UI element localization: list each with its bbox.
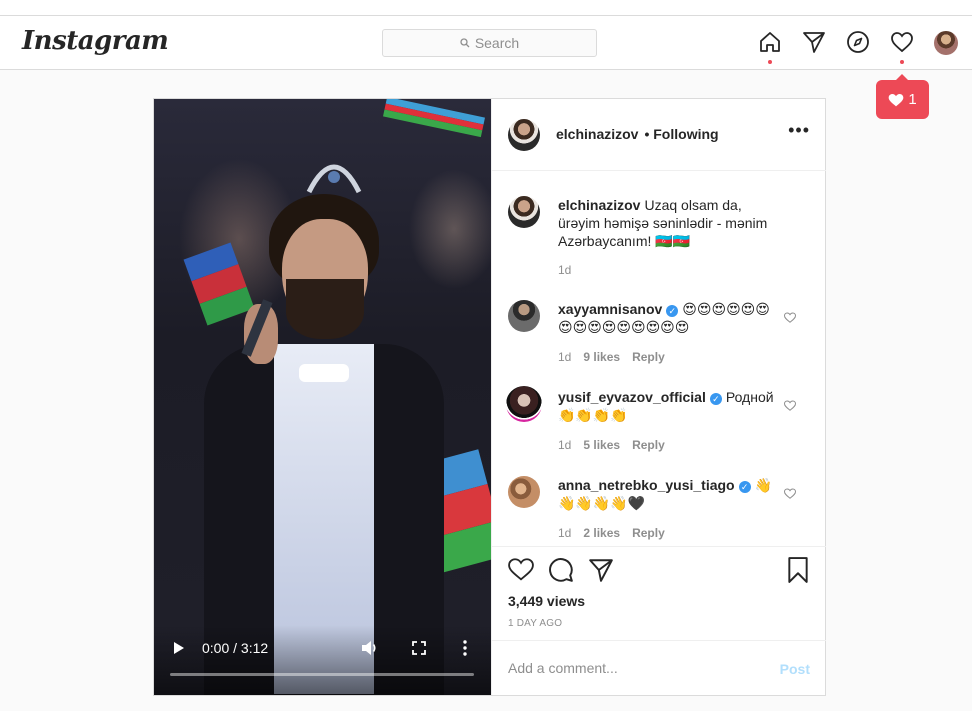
author-username[interactable]: elchinazizov [556,126,638,142]
reply-button[interactable]: Reply [632,438,665,452]
add-comment-bar: Post [492,640,826,695]
comment-meta: 1d 2 likes Reply [558,526,665,540]
comment-text: anna_netrebko_yusi_tiago ✓ 👋 👋👋👋👋🖤 [558,476,778,512]
comment-username[interactable]: yusif_eyvazov_official [558,389,706,405]
verified-badge-icon: ✓ [666,305,679,317]
caption-time[interactable]: 1d [558,263,571,277]
post-video[interactable]: 0:00 / 3:12 [154,99,491,695]
comment-meta: 1d 9 likes Reply [558,350,665,364]
post-timestamp[interactable]: 1 DAY AGO [508,618,562,629]
singer-figure [204,194,444,695]
explore-icon[interactable] [845,29,871,55]
video-more-icon[interactable] [458,639,472,657]
comments-list: elchinazizov Uzaq olsam da, ürəyim həmişə… [492,172,826,546]
reply-button[interactable]: Reply [632,350,665,364]
comment-time[interactable]: 1d [558,350,571,364]
post-sidebar: elchinazizov • Following ••• elchinazizo… [491,99,826,695]
comment-username[interactable]: xayyamnisanov [558,301,662,317]
video-controls: 0:00 / 3:12 [154,625,491,695]
caption-meta: 1d [558,263,571,277]
author-avatar[interactable] [508,119,540,151]
comment-like-icon[interactable] [783,486,798,500]
save-bookmark-icon[interactable] [786,557,812,583]
comment-likes[interactable]: 5 likes [583,438,620,452]
reply-button[interactable]: Reply [632,526,665,540]
home-icon[interactable] [757,29,783,55]
post-header: elchinazizov • Following ••• [492,99,826,171]
activity-heart-icon[interactable] [889,29,915,55]
top-navbar: Instagram Search [0,16,972,70]
comment-likes[interactable]: 2 likes [583,526,620,540]
comment-like-icon[interactable] [783,310,798,324]
post-comment-button[interactable]: Post [780,661,810,677]
following-status[interactable]: • Following [644,126,718,142]
share-icon[interactable] [588,557,614,583]
avatar[interactable] [506,386,542,422]
comment-time[interactable]: 1d [558,438,571,452]
tiara-decoration [304,147,364,197]
comment-icon[interactable] [548,557,574,583]
avatar[interactable] [508,476,540,508]
like-icon[interactable] [508,557,534,583]
avatar[interactable] [508,196,540,228]
comment-time[interactable]: 1d [558,526,571,540]
browser-top-strip [0,0,972,16]
post-actions: 3,449 views 1 DAY AGO [492,546,826,640]
caption-text: elchinazizov Uzaq olsam da, ürəyim həmişə… [558,196,778,250]
direct-icon[interactable] [801,29,827,55]
volume-icon[interactable] [360,639,380,657]
comment-likes[interactable]: 9 likes [583,350,620,364]
play-icon[interactable] [170,639,188,657]
view-count[interactable]: 3,449 views [508,593,585,609]
caption-username[interactable]: elchinazizov [558,197,640,213]
comment-text: xayyamnisanov ✓ 😍😍😍😍😍😍😍😍😍😍😍😍😍😍😍 [558,300,778,336]
comment-like-icon[interactable] [783,398,798,412]
activity-unread-dot [900,60,904,64]
verified-badge-icon: ✓ [738,481,751,493]
flag-decoration [383,99,485,138]
video-progress-bar[interactable] [170,673,474,676]
activity-notification-popup[interactable]: 1 [876,74,929,119]
verified-badge-icon: ✓ [709,393,722,405]
fullscreen-icon[interactable] [410,639,428,657]
profile-avatar[interactable] [934,31,958,55]
comment-text: yusif_eyvazov_official ✓ Родной 👏👏👏👏 [558,388,778,424]
video-timecode: 0:00 / 3:12 [202,640,269,656]
post-card: 0:00 / 3:12 elchinazizov • Following ••• [153,98,826,696]
heart-icon [888,93,904,106]
more-options-icon[interactable]: ••• [788,121,810,139]
comment-meta: 1d 5 likes Reply [558,438,665,452]
home-unread-dot [768,60,772,64]
comment-username[interactable]: anna_netrebko_yusi_tiago [558,477,735,493]
notification-count: 1 [908,91,917,108]
nav-icons [0,29,972,64]
avatar[interactable] [508,300,540,332]
comment-input[interactable] [508,657,758,679]
